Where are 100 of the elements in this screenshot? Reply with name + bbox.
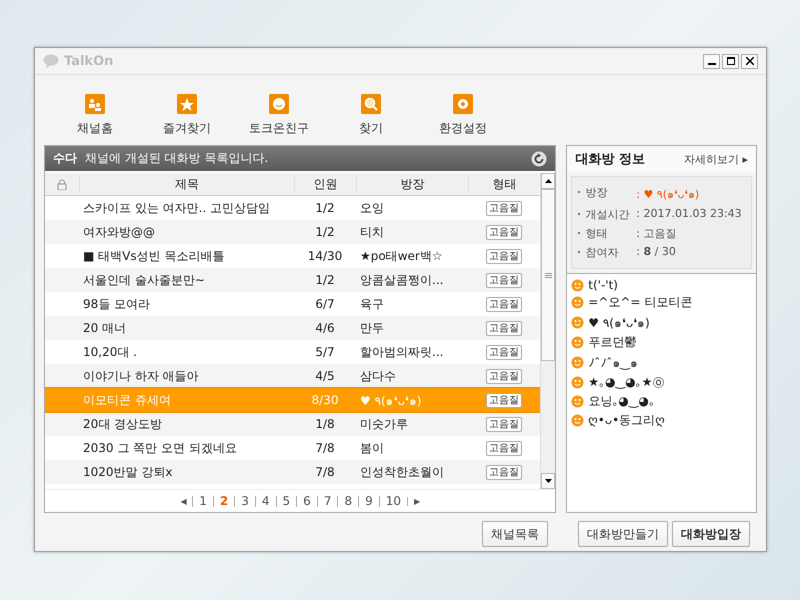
toolbar-button[interactable]: 토크온친구	[233, 94, 325, 137]
smile-icon	[269, 94, 289, 114]
participant-name[interactable]: ♥ ٩(๑❛ᴗ❛๑)	[588, 313, 650, 332]
room-row[interactable]: 스카이프 있는 여자만.. 고민상담임 1/2 오잉 고음질	[45, 196, 540, 220]
info-value: : 8 / 30	[636, 245, 677, 260]
room-row[interactable]: ■ 태백Vs성빈 목소리배틀 14/30 ★po태wer백☆ 고음질	[45, 244, 540, 268]
room-title: ■ 태백Vs성빈 목소리배틀	[82, 248, 226, 264]
next-page-button[interactable]: ▶	[407, 496, 426, 506]
room-host: ♥ ٩(๑❛ᴗ❛๑)	[359, 392, 422, 410]
panel-title: 대화방 정보	[575, 151, 645, 168]
page-link[interactable]: 6	[296, 496, 317, 506]
page-link[interactable]: 10	[378, 496, 408, 506]
room-host: 앙콤살콤쩡이...	[359, 272, 444, 288]
quality-badge: 고음질	[486, 296, 522, 312]
room-row[interactable]: 2030 그 쪽만 오면 되겠네요 7/8 봄이 고음질	[45, 436, 540, 460]
member-count: 8/30	[310, 393, 340, 407]
member-count: 4/6	[314, 321, 336, 335]
minimize-button[interactable]	[703, 54, 720, 68]
room-row[interactable]: 20 매너 4/6 만두 고음질	[45, 316, 540, 340]
room-host: 육구	[359, 296, 385, 312]
smiley-icon	[571, 356, 584, 369]
room-row[interactable]: 1020반말 강퇴x 7/8 인성착한초월이 고음질	[45, 460, 540, 484]
participant-name[interactable]: t('-'t)	[588, 278, 618, 292]
member-count: 1/2	[314, 225, 336, 239]
maximize-button[interactable]	[722, 54, 739, 68]
details-link[interactable]: 자세히보기 ▸	[684, 152, 748, 166]
page-link[interactable]: 8	[337, 496, 358, 506]
toolbar-button[interactable]: 찾기	[325, 94, 417, 137]
room-action-button[interactable]: 대화방입장	[672, 521, 750, 547]
room-row[interactable]: 여자와방@@ 1/2 티치 고음질	[45, 220, 540, 244]
room-host: 할아범의짜릿...	[359, 344, 444, 360]
room-title: 98들 모여라	[82, 296, 152, 312]
column-header[interactable]: 인원	[294, 176, 356, 192]
page-link[interactable]: 7	[316, 496, 338, 506]
close-button[interactable]	[741, 54, 758, 68]
search-icon	[361, 94, 381, 114]
room-title: 20대 경상도방	[82, 416, 164, 432]
column-header[interactable]: 방장	[356, 176, 468, 192]
room-row[interactable]: 이야기나 하자 애들아 4/5 삼다수 고음질	[45, 364, 540, 388]
page-link[interactable]: 5	[276, 496, 296, 506]
room-row[interactable]: 98들 모여라 6/7 육구 고음질	[45, 292, 540, 316]
header-text: 채널에 개설된 대화방 목록입니다.	[85, 150, 268, 167]
toolbar-button[interactable]: 즐겨찾기	[141, 94, 233, 137]
participant-name[interactable]: 요닝｡◕‿◕｡	[588, 393, 655, 410]
room-row[interactable]: 서울인데 술사줄분만~ 1/2 앙콤살콤쩡이... 고음질	[45, 268, 540, 292]
info-value: : 고음질	[636, 226, 678, 241]
member-count: 4/5	[314, 369, 336, 383]
toolbar-button[interactable]: 환경설정	[417, 94, 509, 137]
participant-name[interactable]: ﾉˆﾉˆ๑‿๑	[588, 353, 638, 372]
member-count: 1/2	[314, 273, 336, 287]
room-host: 만두	[359, 320, 385, 336]
room-title: 이모티콘 쥬세여	[82, 392, 172, 408]
toolbar-button[interactable]: 채널홈	[49, 94, 141, 137]
page-link[interactable]: 9	[358, 496, 379, 506]
quality-badge: 고음질	[486, 272, 522, 288]
smiley-icon	[571, 336, 584, 349]
scrollbar[interactable]	[540, 173, 556, 489]
room-title: 이야기나 하자 애들아	[82, 368, 200, 384]
room-row[interactable]: 10,20대 . 5/7 할아범의짜릿... 고음질	[45, 340, 540, 364]
room-title: 20 매너	[82, 320, 128, 336]
quality-badge: 고음질	[486, 464, 522, 480]
close-icon	[746, 57, 754, 65]
info-value: : 2017.01.03 23:43	[636, 207, 743, 222]
participant-name[interactable]: ★｡◕‿◕｡★㉧	[588, 374, 664, 391]
people-icon	[85, 94, 105, 114]
channel-name: 수다	[53, 150, 77, 167]
quality-badge: 고음질	[486, 320, 522, 336]
smiley-icon	[571, 296, 584, 309]
room-title: 2030 그 쪽만 오면 되겠네요	[82, 440, 238, 456]
smiley-icon	[571, 376, 584, 389]
lock-icon	[57, 178, 67, 190]
member-count: 6/7	[314, 297, 336, 311]
channel-list-button[interactable]: 채널목록	[482, 521, 548, 547]
previous-page-button[interactable]: ◀	[174, 496, 192, 506]
quality-badge: 고음질	[486, 440, 522, 456]
info-label: 개설시간	[585, 208, 630, 221]
room-host: 미숫가루	[359, 416, 409, 432]
column-header[interactable]: 제목	[79, 176, 294, 192]
page-link[interactable]: 1	[192, 496, 213, 506]
participant-name[interactable]: ღ•ᴗ•동그리ღ	[588, 412, 665, 429]
member-count: 1/2	[314, 201, 336, 215]
room-row[interactable]: 20대 경상도방 1/8 미숫가루 고음질	[45, 412, 540, 436]
room-action-button[interactable]: 대화방만들기	[578, 521, 668, 547]
quality-badge: 고음질	[486, 368, 522, 384]
info-label: 형태	[585, 227, 608, 240]
page-link[interactable]: 3	[234, 496, 255, 506]
info-label: 참여자	[585, 246, 618, 259]
participant-name[interactable]: 푸르던鬱	[588, 334, 636, 351]
refresh-icon[interactable]	[531, 150, 548, 166]
room-title: 스카이프 있는 여자만.. 고민상담임	[82, 200, 272, 216]
down-arrow-icon	[544, 479, 552, 483]
quality-badge: 고음질	[486, 248, 522, 264]
quality-badge: 고음질	[486, 344, 522, 360]
page-link[interactable]: 4	[254, 496, 276, 506]
participant-name[interactable]: =^오^= 티모티콘	[588, 294, 692, 311]
maximize-icon	[726, 57, 734, 65]
smiley-icon	[571, 278, 584, 292]
room-title: 10,20대 .	[82, 344, 138, 360]
smiley-icon	[571, 414, 584, 427]
info-label: 방장	[585, 186, 608, 199]
